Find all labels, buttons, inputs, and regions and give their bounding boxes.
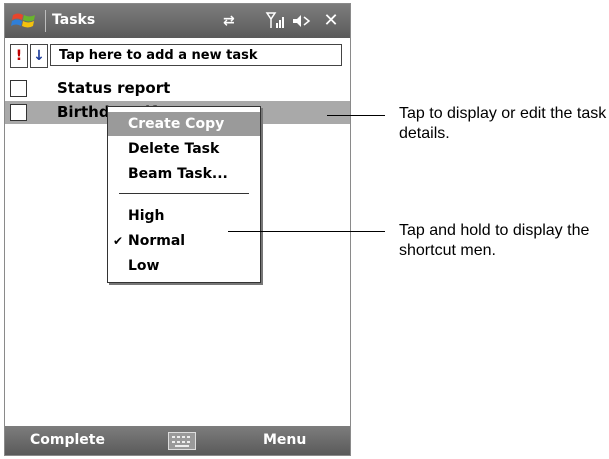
callout-shortcut-menu: Tap and hold to display the shortcut men… [399,222,590,259]
callout-line-task-details [327,115,385,116]
menu-item-label: High [128,208,165,224]
menu-item-label: Low [128,258,160,274]
menu-item-label: Create Copy [128,116,225,132]
menu-item-low[interactable]: Low [108,254,260,278]
check-mark-icon: ✔ [113,234,124,248]
menu-button[interactable]: Menu [263,432,306,448]
windows-flag-icon[interactable] [9,9,41,33]
volume-icon[interactable] [290,11,314,31]
title-bar: Tasks ⇄ ✕ [5,4,350,38]
task-row[interactable]: Status report [5,77,350,100]
task-label[interactable]: Status report [57,79,170,97]
close-button[interactable]: ✕ [321,11,341,31]
task-checkbox[interactable] [10,104,27,121]
pocket-pc-screen: Tasks ⇄ ✕ ! ↓ Tap here to add a new task… [4,3,351,456]
menu-item-delete-task[interactable]: Delete Task [108,137,260,161]
context-menu: Create Copy Delete Task Beam Task... Hig… [107,106,261,283]
menu-item-beam-task[interactable]: Beam Task... [108,162,260,186]
keyboard-icon[interactable] [168,432,196,450]
signal-icon[interactable] [265,10,287,30]
sort-button[interactable]: ↓ [30,44,48,68]
task-entry-bar: ! ↓ Tap here to add a new task [7,42,347,69]
new-task-input[interactable]: Tap here to add a new task [50,44,342,66]
title-separator [45,10,46,32]
priority-button[interactable]: ! [10,44,28,68]
connectivity-icon[interactable]: ⇄ [223,13,235,29]
menu-item-label: Beam Task... [128,166,228,182]
menu-item-label: Normal [128,233,186,249]
menu-item-normal[interactable]: ✔ Normal [108,229,260,253]
task-checkbox[interactable] [10,80,27,97]
callout-line-shortcut-menu [228,231,385,232]
menu-item-create-copy[interactable]: Create Copy [108,112,260,136]
menu-item-high[interactable]: High [108,204,260,228]
callout-task-details: Tap to display or edit the task details. [399,105,607,142]
complete-button[interactable]: Complete [30,432,105,448]
menu-item-label: Delete Task [128,141,220,157]
app-title: Tasks [52,12,96,28]
menu-separator [119,193,249,194]
bottom-bar: Complete Menu [5,426,350,455]
